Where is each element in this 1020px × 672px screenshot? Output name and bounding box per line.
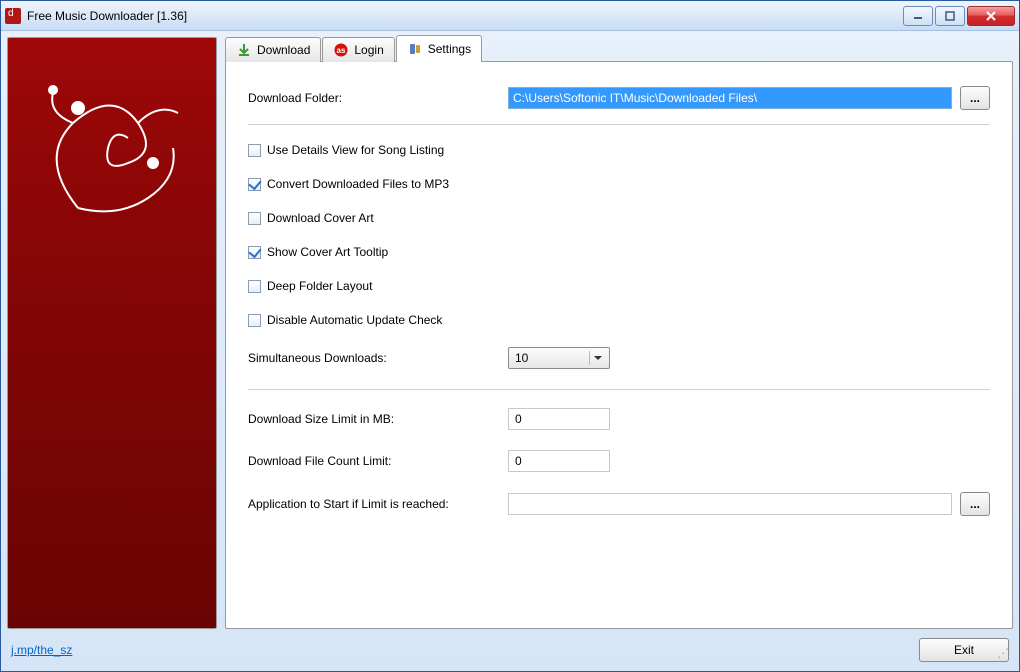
footer-link[interactable]: j.mp/the_sz [11, 643, 72, 657]
option-deep-folder[interactable]: Deep Folder Layout [248, 279, 990, 293]
tab-login-label: Login [354, 43, 383, 57]
minimize-button[interactable] [903, 6, 933, 26]
checkbox-deep-folder-label: Deep Folder Layout [267, 279, 372, 293]
checkbox-cover-art-label: Download Cover Art [267, 211, 374, 225]
tab-strip: Download as Login Settings [225, 37, 1013, 62]
checkbox-cover-tooltip[interactable] [248, 246, 261, 259]
sidebar-decoration [7, 37, 217, 629]
browse-folder-button[interactable]: ... [960, 86, 990, 110]
footer-row: j.mp/the_sz Exit [7, 635, 1013, 665]
resize-grip[interactable]: ⋰ [997, 649, 1011, 663]
simultaneous-dropdown[interactable]: 10 [508, 347, 610, 369]
close-icon [985, 11, 997, 21]
checkbox-deep-folder[interactable] [248, 280, 261, 293]
checkbox-convert-mp3-label: Convert Downloaded Files to MP3 [267, 177, 449, 191]
option-convert-mp3[interactable]: Convert Downloaded Files to MP3 [248, 177, 990, 191]
tab-settings-label: Settings [428, 42, 471, 56]
download-folder-input[interactable] [508, 87, 952, 109]
maximize-button[interactable] [935, 6, 965, 26]
simultaneous-row: Simultaneous Downloads: 10 [248, 347, 990, 369]
swirl-art-icon [18, 68, 217, 268]
download-folder-row: Download Folder: ... [248, 86, 990, 110]
close-button[interactable] [967, 6, 1015, 26]
download-folder-label: Download Folder: [248, 91, 508, 105]
checkbox-disable-update-label: Disable Automatic Update Check [267, 313, 442, 327]
settings-tools-icon [407, 41, 423, 57]
download-arrow-icon [236, 42, 252, 58]
titlebar[interactable]: Free Music Downloader [1.36] [1, 1, 1019, 31]
tab-area: Download as Login Settings [225, 37, 1013, 629]
option-cover-art[interactable]: Download Cover Art [248, 211, 990, 225]
count-limit-row: Download File Count Limit: [248, 450, 990, 472]
size-limit-label: Download Size Limit in MB: [248, 412, 508, 426]
app-limit-input[interactable] [508, 493, 952, 515]
tab-login[interactable]: as Login [322, 37, 394, 62]
tab-download-label: Download [257, 43, 310, 57]
window-controls [903, 6, 1015, 26]
option-cover-tooltip[interactable]: Show Cover Art Tooltip [248, 245, 990, 259]
exit-button[interactable]: Exit [919, 638, 1009, 662]
simultaneous-value: 10 [515, 351, 528, 365]
checkbox-cover-art[interactable] [248, 212, 261, 225]
count-limit-input[interactable] [508, 450, 610, 472]
option-details-view[interactable]: Use Details View for Song Listing [248, 143, 990, 157]
count-limit-label: Download File Count Limit: [248, 454, 508, 468]
checkbox-disable-update[interactable] [248, 314, 261, 327]
browse-app-button[interactable]: ... [960, 492, 990, 516]
settings-panel: Download Folder: ... Use Details View fo… [225, 61, 1013, 629]
divider [248, 389, 990, 390]
simultaneous-label: Simultaneous Downloads: [248, 351, 508, 365]
window-title: Free Music Downloader [1.36] [27, 9, 903, 23]
app-limit-row: Application to Start if Limit is reached… [248, 492, 990, 516]
checkbox-details-view-label: Use Details View for Song Listing [267, 143, 444, 157]
checkbox-convert-mp3[interactable] [248, 178, 261, 191]
checkbox-details-view[interactable] [248, 144, 261, 157]
tab-settings[interactable]: Settings [396, 35, 482, 62]
minimize-icon [912, 11, 924, 21]
main-row: Download as Login Settings [7, 37, 1013, 629]
lastfm-icon: as [333, 42, 349, 58]
size-limit-row: Download Size Limit in MB: [248, 408, 990, 430]
maximize-icon [944, 11, 956, 21]
size-limit-input[interactable] [508, 408, 610, 430]
app-window: Free Music Downloader [1.36] [0, 0, 1020, 672]
app-limit-label: Application to Start if Limit is reached… [248, 497, 508, 511]
option-disable-update[interactable]: Disable Automatic Update Check [248, 313, 990, 327]
client-area: Download as Login Settings [7, 37, 1013, 665]
app-icon [5, 8, 21, 24]
chevron-down-icon [594, 356, 602, 360]
divider [248, 124, 990, 125]
checkbox-cover-tooltip-label: Show Cover Art Tooltip [267, 245, 388, 259]
tab-download[interactable]: Download [225, 37, 321, 62]
svg-text:as: as [337, 46, 346, 55]
